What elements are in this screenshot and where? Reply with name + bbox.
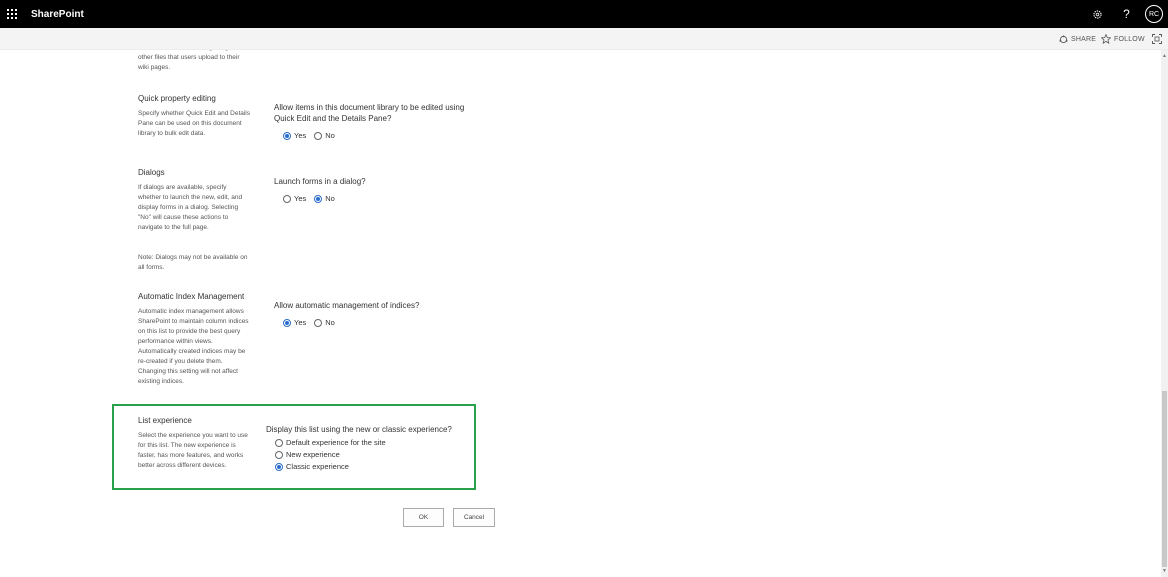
radio-button[interactable] (283, 131, 291, 140)
radio-button[interactable] (275, 462, 283, 471)
wiki-section-clip: default location for storing images or o… (138, 50, 250, 77)
avatar[interactable]: RC (1145, 5, 1163, 23)
radio-label: Yes (294, 318, 307, 327)
list-experience-default-option[interactable]: Default experience for the site (275, 438, 386, 447)
dialogs-radio-group: Yes No (283, 194, 343, 203)
radio-label: No (325, 318, 335, 327)
suite-bar: SharePoint ? RC (0, 0, 1168, 28)
index-management-question: Allow automatic management of indices? (274, 301, 420, 310)
radio-button[interactable] (275, 438, 283, 447)
quick-edit-yes-option[interactable]: Yes (283, 131, 306, 140)
app-launcher-waffle-icon[interactable] (0, 0, 24, 28)
wiki-section-description: default location for storing images or o… (138, 50, 243, 71)
radio-label: No (325, 131, 335, 140)
ok-button[interactable]: OK (403, 508, 444, 527)
radio-button[interactable] (275, 450, 283, 459)
radio-button[interactable] (314, 318, 323, 327)
index-management-radio-group: Yes No (283, 318, 343, 327)
app-name[interactable]: SharePoint (31, 9, 84, 20)
scroll-down-arrow-icon[interactable]: ▼ (1161, 567, 1168, 575)
index-management-description: Automatic index management allows ShareP… (138, 308, 249, 385)
list-experience-new-option[interactable]: New experience (275, 450, 340, 459)
quick-edit-radio-group: Yes No (283, 131, 343, 140)
dialogs-description: If dialogs are available, specify whethe… (138, 184, 243, 231)
list-experience-classic-option[interactable]: Classic experience (275, 462, 349, 471)
page-action-bar: SHARE FOLLOW (0, 28, 1168, 50)
help-icon[interactable]: ? (1112, 0, 1141, 28)
dialogs-question: Launch forms in a dialog? (274, 177, 366, 186)
share-button[interactable]: SHARE (1059, 28, 1096, 50)
dialogs-title: Dialogs (138, 168, 165, 177)
list-experience-description: Select the experience you want to use fo… (138, 432, 248, 469)
dialogs-note: Note: Dialogs may not be available on al… (138, 254, 248, 271)
quick-edit-title: Quick property editing (138, 94, 216, 103)
radio-label: Yes (294, 131, 307, 140)
index-management-yes-option[interactable]: Yes (283, 318, 306, 327)
index-management-no-option[interactable]: No (314, 318, 335, 327)
dialogs-no-option[interactable]: No (314, 194, 335, 203)
quick-edit-question: Allow items in this document library to … (274, 103, 465, 123)
scroll-thumb[interactable] (1162, 391, 1167, 567)
scroll-up-arrow-icon[interactable]: ▲ (1161, 52, 1168, 60)
radio-button[interactable] (314, 131, 323, 140)
cancel-button[interactable]: Cancel (453, 508, 495, 527)
quick-edit-no-option[interactable]: No (314, 131, 335, 140)
share-label: SHARE (1071, 35, 1097, 43)
gear-icon[interactable] (1083, 0, 1112, 28)
list-experience-title: List experience (138, 416, 192, 425)
list-experience-question: Display this list using the new or class… (266, 425, 452, 434)
follow-star-icon (1101, 34, 1111, 44)
focus-mode-icon[interactable] (1152, 28, 1165, 50)
share-icon (1059, 34, 1068, 43)
radio-label: New experience (286, 450, 340, 459)
radio-button[interactable] (314, 194, 323, 203)
radio-button[interactable] (283, 318, 291, 327)
vertical-scrollbar[interactable]: ▲ ▼ (1161, 50, 1168, 577)
index-management-title: Automatic Index Management (138, 292, 245, 301)
radio-label: No (325, 194, 335, 203)
dialogs-yes-option[interactable]: Yes (283, 194, 306, 203)
follow-label: FOLLOW (1114, 35, 1145, 43)
radio-label: Default experience for the site (286, 438, 386, 447)
radio-label: Classic experience (286, 462, 349, 471)
follow-button[interactable]: FOLLOW (1101, 28, 1145, 50)
radio-button[interactable] (283, 194, 291, 203)
quick-edit-description: Specify whether Quick Edit and Details P… (138, 110, 250, 137)
radio-label: Yes (294, 194, 307, 203)
